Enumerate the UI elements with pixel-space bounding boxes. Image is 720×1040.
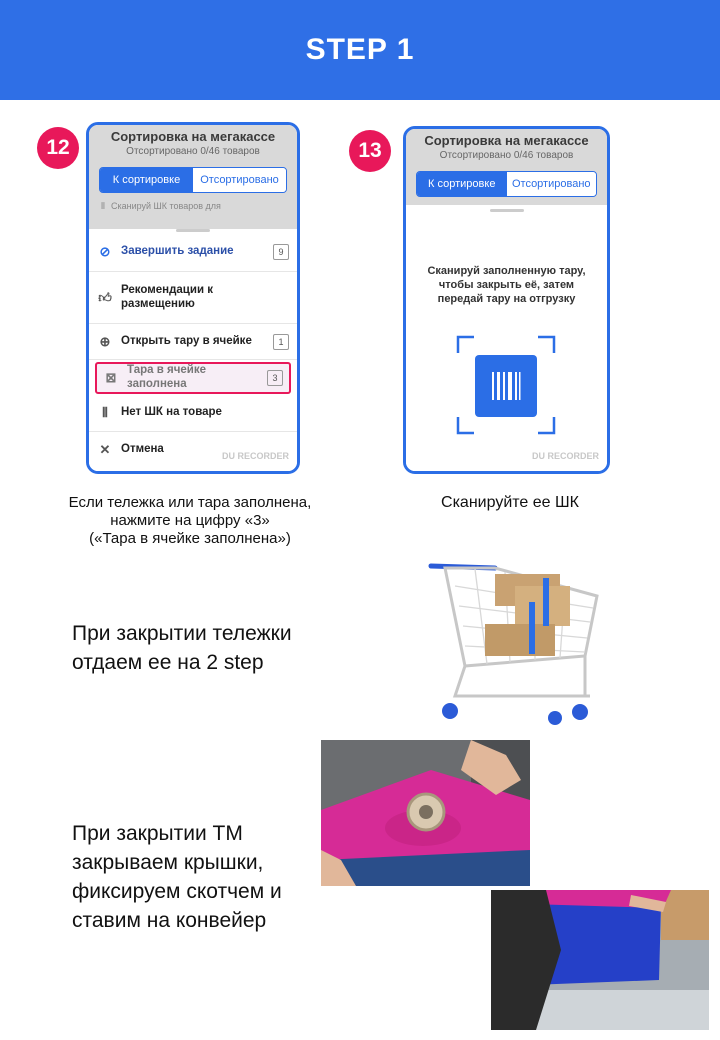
bin-conveyor-photo: [491, 890, 709, 1030]
dimmed-background: Сортировка на мегакассе Отсортировано 0/…: [89, 125, 297, 235]
menu-item-container-full[interactable]: ⊠ Тара в ячейке заполнена 3: [95, 362, 291, 394]
caption-line: нажмите на цифру «3»: [110, 512, 270, 529]
app-title: Сортировка на мегакассе: [424, 133, 589, 148]
app-subtitle: Отсортировано 0/46 товаров: [439, 150, 574, 161]
recorder-watermark: DU RECORDER: [531, 451, 599, 461]
page-title: STEP 1: [305, 33, 415, 66]
thumbs-up-icon: 👍︎: [98, 289, 112, 305]
text-line: При закрытии тележки: [72, 622, 292, 645]
menu-item-count: 9: [273, 243, 289, 260]
menu-item-label: Рекомендации к размещению: [121, 283, 213, 310]
menu-item-recommendations[interactable]: 👍︎ Рекомендации к размещению: [89, 272, 297, 324]
scan-hint-text: Сканируй ШК товаров для: [110, 201, 221, 211]
barcode-icon: [475, 355, 537, 417]
tab-sorted[interactable]: Отсортировано: [193, 168, 286, 192]
step-badge-12: 12: [37, 127, 79, 169]
check-circle-icon: ⊘: [99, 243, 111, 259]
sheet-grip[interactable]: [489, 209, 524, 212]
barcode-icon: ⦀: [101, 201, 105, 211]
menu-item-no-barcode[interactable]: ⦀ Нет ШК на товаре: [89, 394, 297, 432]
dimmed-background: Сортировка на мегакассе Отсортировано 0/…: [406, 129, 607, 207]
tm-instruction: При закрытии ТМ закрываем крышки, фиксир…: [72, 819, 282, 935]
caption-line: Если тележка или тара заполнена,: [68, 494, 312, 511]
action-sheet: ⊘ Завершить задание 9 👍︎ Рекомендации к …: [89, 229, 297, 471]
menu-item-finish-task[interactable]: ⊘ Завершить задание 9: [89, 232, 297, 272]
plus-circle-icon: ⊕: [99, 333, 111, 349]
menu-item-cancel[interactable]: ✕ Отмена: [89, 432, 297, 468]
menu-item-count: 1: [273, 333, 289, 350]
caption-line: («Тара в ячейке заполнена»): [89, 530, 291, 547]
menu-item-label: Открыть тару в ячейке: [121, 334, 252, 347]
header-banner: STEP 1: [0, 0, 720, 100]
tab-to-sort[interactable]: К сортировке: [100, 168, 193, 192]
phone-screenshot-menu: Сортировка на мегакассе Отсортировано 0/…: [86, 122, 300, 474]
menu-item-label: Тара в ячейке заполнена: [127, 364, 207, 390]
scan-sheet: Сканируй заполненную тару, чтобы закрыть…: [406, 205, 607, 471]
barcode-icon: ⦀: [102, 404, 108, 420]
app-subtitle: Отсортировано 0/46 товаров: [126, 146, 260, 157]
step-badge-13: 13: [349, 130, 391, 172]
phone-screenshot-scan: Сортировка на мегакассе Отсортировано 0/…: [403, 126, 610, 474]
app-title: Сортировка на мегакассе: [110, 129, 276, 144]
text-line: При закрытии ТМ: [72, 822, 243, 845]
text-line: закрываем крышки,: [72, 851, 264, 874]
tab-bar: К сортировке Отсортировано: [416, 171, 597, 197]
menu-item-count: 3: [267, 370, 283, 386]
tab-to-sort[interactable]: К сортировке: [417, 172, 507, 196]
text-line: ставим на конвейер: [72, 909, 267, 932]
text-line: отдаем ее на 2 step: [72, 651, 264, 674]
menu-item-label: Нет ШК на товаре: [121, 405, 222, 418]
step-13-caption: Сканируйте ее ШК: [441, 494, 579, 511]
close-icon: ✕: [99, 442, 111, 457]
tab-bar: К сортировке Отсортировано: [99, 167, 287, 193]
scan-frame: [456, 335, 556, 435]
menu-item-label: Завершить задание: [121, 244, 234, 257]
tab-sorted[interactable]: Отсортировано: [506, 172, 596, 196]
text-line: фиксируем скотчем и: [72, 880, 282, 903]
scan-message: Сканируй заполненную тару, чтобы закрыть…: [427, 265, 586, 305]
scan-hint: ⦀ Сканируй ШК товаров для: [101, 201, 297, 212]
shopping-cart-image: [425, 556, 605, 726]
step-12-caption: Если тележка или тара заполнена, нажмите…: [30, 494, 350, 548]
recorder-watermark: DU RECORDER: [221, 451, 289, 461]
box-icon: ⊠: [105, 370, 117, 385]
menu-item-open-container[interactable]: ⊕ Открыть тару в ячейке 1: [89, 324, 297, 360]
cart-instruction: При закрытии тележки отдаем ее на 2 step: [72, 619, 292, 677]
taping-bin-photo: [321, 740, 530, 886]
